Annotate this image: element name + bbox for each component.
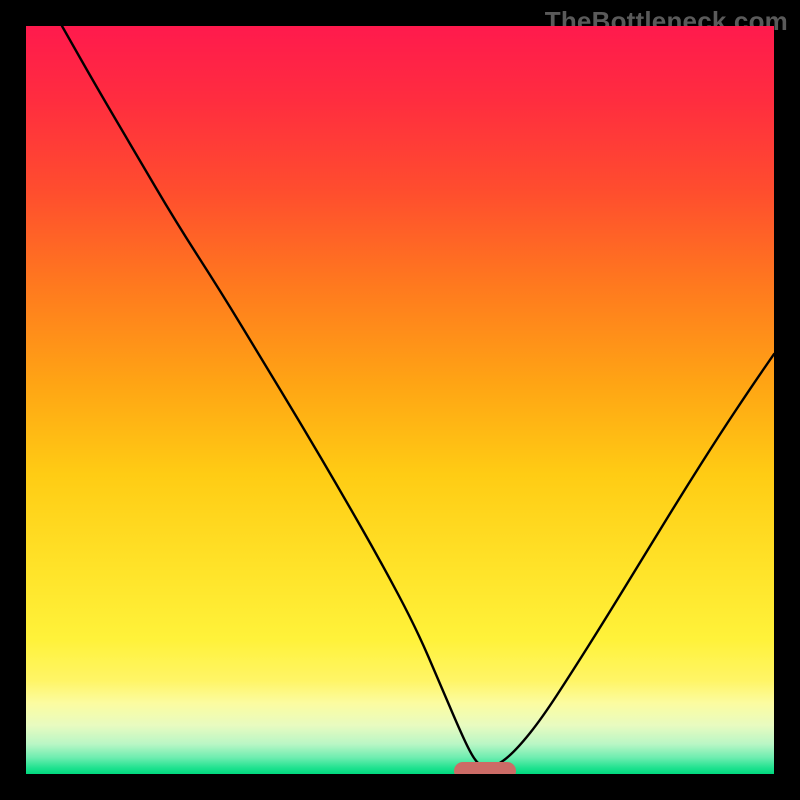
chart-frame: TheBottleneck.com (0, 0, 800, 800)
bottleneck-curve (26, 26, 774, 774)
plot-area (26, 26, 774, 774)
optimal-range-marker (454, 762, 516, 774)
